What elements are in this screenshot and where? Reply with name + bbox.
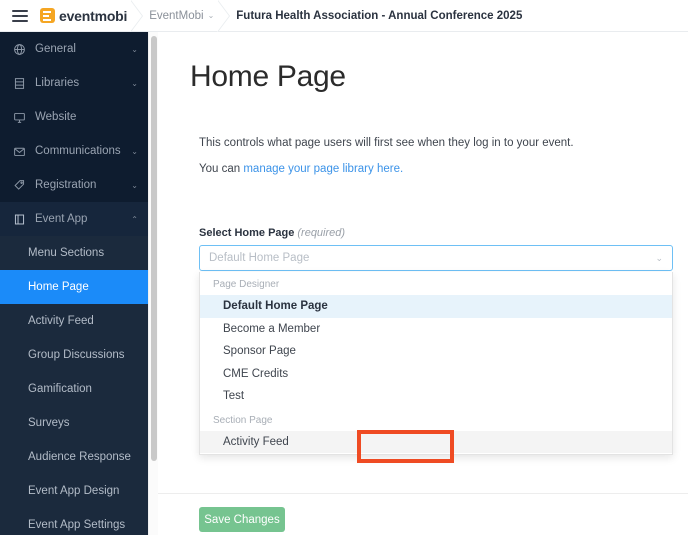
sidebar-item-libraries[interactable]: Libraries ⌄ <box>0 66 148 100</box>
page-title: Home Page <box>190 60 346 93</box>
intro-text: This controls what page users will first… <box>199 137 574 149</box>
home-page-select[interactable]: Default Home Page ⌄ <box>199 245 673 271</box>
dropdown-option-label: Activity Feed <box>223 435 289 448</box>
breadcrumb-event-label: Futura Health Association - Annual Confe… <box>236 9 523 22</box>
sidebar-scrollbar-thumb[interactable] <box>151 36 157 461</box>
sidebar-item-event-app-settings[interactable]: Event App Settings <box>0 508 148 535</box>
sidebar-item-surveys[interactable]: Surveys <box>0 406 148 440</box>
sidebar-scrollbar[interactable] <box>148 32 158 535</box>
sidebar-item-home-page-label: Home Page <box>28 281 89 293</box>
sidebar-item-registration[interactable]: Registration ⌄ <box>0 168 148 202</box>
sidebar-subnav-event-app: Menu Sections Home Page Activity Feed Gr… <box>0 236 148 535</box>
home-page-select-value: Default Home Page <box>209 252 310 264</box>
sidebar-item-activity-feed-label: Activity Feed <box>28 315 94 327</box>
sidebar-item-group-discussions-label: Group Discussions <box>28 349 125 361</box>
envelope-icon <box>12 144 26 158</box>
dropdown-option-cme-credits[interactable]: CME Credits <box>200 363 672 386</box>
app-icon <box>12 212 26 226</box>
sidebar-item-communications[interactable]: Communications ⌄ <box>0 134 148 168</box>
page-library-line: You can manage your page library here. <box>199 163 403 175</box>
sidebar-item-event-app-label: Event App <box>35 213 88 225</box>
sidebar-item-surveys-label: Surveys <box>28 417 70 429</box>
dropdown-option-label: CME Credits <box>223 367 289 380</box>
save-changes-button[interactable]: Save Changes <box>199 507 285 532</box>
eventmobi-mark-icon <box>40 8 55 23</box>
sidebar-item-audience-response-label: Audience Response <box>28 451 131 463</box>
sidebar-item-general[interactable]: General ⌄ <box>0 32 148 66</box>
top-bar: eventmobi EventMobi ⌄ Futura Health Asso… <box>0 0 688 32</box>
sidebar-item-gamification-label: Gamification <box>28 383 92 395</box>
sidebar-item-event-app-design[interactable]: Event App Design <box>0 474 148 508</box>
breadcrumb-event[interactable]: Futura Health Association - Annual Confe… <box>236 10 522 22</box>
globe-icon <box>12 42 26 56</box>
select-home-page-label-text: Select Home Page <box>199 227 295 239</box>
main-content: Home Page This controls what page users … <box>158 32 688 535</box>
dropdown-group-label-page-designer: Page Designer <box>213 279 280 290</box>
sidebar-item-event-app-settings-label: Event App Settings <box>28 519 126 531</box>
sidebar-item-gamification[interactable]: Gamification <box>0 372 148 406</box>
sidebar-item-activity-feed[interactable]: Activity Feed <box>0 304 148 338</box>
sidebar-item-registration-label: Registration <box>35 179 97 191</box>
dropdown-option-become-a-member[interactable]: Become a Member <box>200 318 672 341</box>
breadcrumb-separator-1 <box>127 0 149 32</box>
library-icon <box>12 76 26 90</box>
sidebar-item-website-label: Website <box>35 111 77 123</box>
chevron-up-icon: ⌃ <box>131 214 138 224</box>
select-home-page-label: Select Home Page (required) <box>199 227 345 239</box>
dropdown-option-activity-feed[interactable]: Activity Feed <box>200 430 672 453</box>
sidebar-item-menu-sections-label: Menu Sections <box>28 247 105 259</box>
page-library-prefix: You can <box>199 163 244 175</box>
sidebar-item-event-app-design-label: Event App Design <box>28 485 120 497</box>
dropdown-option-label: Sponsor Page <box>223 345 296 358</box>
brand-name: eventmobi <box>59 7 128 24</box>
required-note: (required) <box>297 227 346 239</box>
sidebar-item-home-page[interactable]: Home Page <box>0 270 148 304</box>
dropdown-option-label: Default Home Page <box>223 300 328 313</box>
sidebar-item-communications-label: Communications <box>35 145 121 157</box>
hamburger-icon[interactable] <box>12 9 28 22</box>
sidebar-item-audience-response[interactable]: Audience Response <box>0 440 148 474</box>
breadcrumb-separator-2 <box>214 0 236 32</box>
footer-divider <box>158 493 688 494</box>
dropdown-option-sponsor-page[interactable]: Sponsor Page <box>200 340 672 363</box>
home-page-dropdown: Page Designer Default Home Page Become a… <box>199 272 673 455</box>
sidebar-item-website[interactable]: Website <box>0 100 148 134</box>
chevron-down-icon: ⌄ <box>131 44 138 54</box>
breadcrumb-organization[interactable]: EventMobi ⌄ <box>149 10 214 22</box>
sidebar-item-menu-sections[interactable]: Menu Sections <box>0 236 148 270</box>
sidebar-item-group-discussions[interactable]: Group Discussions <box>0 338 148 372</box>
monitor-icon <box>12 110 26 124</box>
chevron-down-icon: ⌄ <box>655 252 663 263</box>
sidebar: General ⌄ Libraries ⌄ Website Communicat… <box>0 32 148 535</box>
sidebar-item-libraries-label: Libraries <box>35 77 80 89</box>
manage-page-library-link[interactable]: manage your page library here. <box>243 163 403 175</box>
sidebar-item-event-app[interactable]: Event App ⌃ <box>0 202 148 236</box>
tag-icon <box>12 178 26 192</box>
dropdown-option-test[interactable]: Test <box>200 385 672 408</box>
dropdown-group-label-section-page: Section Page <box>213 414 273 426</box>
chevron-down-icon: ⌄ <box>131 180 138 190</box>
dropdown-option-default-home-page[interactable]: Default Home Page <box>200 295 672 318</box>
sidebar-item-general-label: General <box>35 43 76 55</box>
chevron-down-icon: ⌄ <box>207 11 215 20</box>
breadcrumb-organization-label: EventMobi <box>149 9 204 22</box>
dropdown-option-label: Test <box>223 390 245 403</box>
dropdown-option-label: Become a Member <box>223 322 321 335</box>
chevron-down-icon: ⌄ <box>131 146 138 156</box>
chevron-down-icon: ⌄ <box>131 78 138 88</box>
brand-logo[interactable]: eventmobi <box>40 8 127 24</box>
